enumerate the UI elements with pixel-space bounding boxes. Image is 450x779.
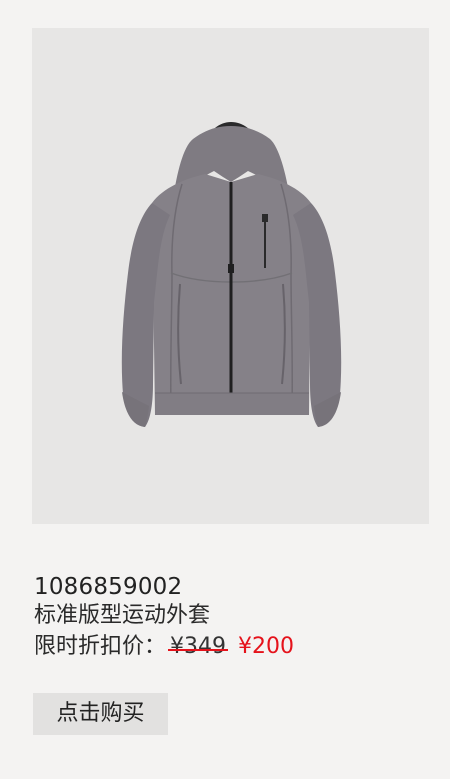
original-price: ¥349	[168, 632, 229, 662]
price-row: 限时折扣价： ¥349 ¥200	[34, 632, 424, 662]
price-label: 限时折扣价：	[34, 634, 167, 659]
sale-price: ¥200	[238, 634, 295, 659]
product-name: 标准版型运动外套	[34, 603, 211, 628]
product-sku: 1086859002	[34, 574, 183, 600]
hooded-jacket-image	[121, 122, 342, 427]
product-info: 1086859002 标准版型运动外套 限时折扣价： ¥349 ¥200	[34, 574, 424, 662]
product-image[interactable]	[32, 28, 429, 524]
buy-button[interactable]: 点击购买	[33, 693, 168, 735]
